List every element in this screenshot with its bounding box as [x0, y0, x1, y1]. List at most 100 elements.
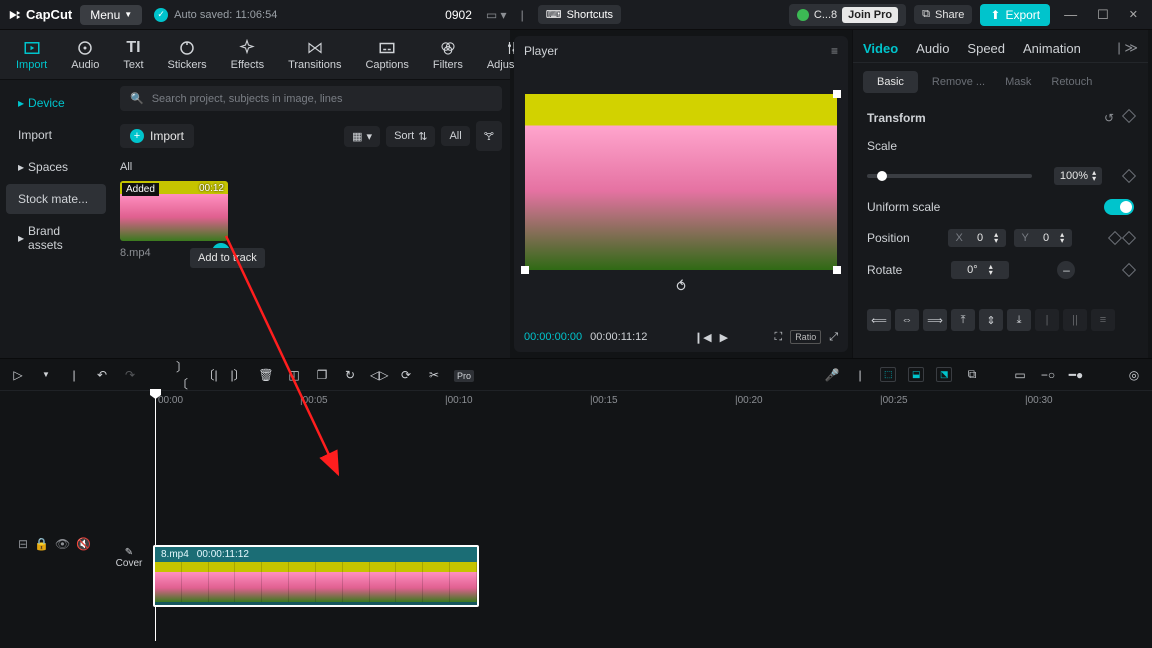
sidenav-device[interactable]: ▸Device — [6, 88, 106, 118]
align-center-v-icon[interactable]: ⇕ — [979, 309, 1003, 331]
scale-keyframe-icon[interactable] — [1122, 169, 1136, 183]
ratio-button[interactable]: Ratio — [790, 330, 821, 344]
split-right-icon[interactable]: |〕 — [230, 366, 246, 383]
track-visible-icon[interactable]: 👁 — [55, 537, 70, 551]
share-button[interactable]: ⧉Share — [914, 5, 972, 24]
track-mute-icon[interactable]: 🔇 — [76, 537, 91, 551]
track-lock-icon[interactable]: 🔒 — [34, 537, 49, 551]
sidenav-import[interactable]: Import — [6, 120, 106, 150]
maximize-button[interactable]: ☐ — [1091, 7, 1115, 23]
split-icon[interactable]: 〕〔 — [174, 358, 190, 392]
sidenav-spaces[interactable]: ▸Spaces — [6, 152, 106, 182]
prev-frame-button[interactable]: ❙◀ — [694, 331, 712, 344]
handle-bl[interactable] — [521, 266, 529, 274]
align-center-h-icon[interactable]: ⇔ — [895, 309, 919, 331]
view-grid-toggle[interactable]: ▦▾ — [344, 126, 380, 147]
sidenav-brand[interactable]: ▸Brand assets — [6, 216, 106, 260]
position-keyframe2-icon[interactable] — [1122, 231, 1136, 245]
position-keyframe-icon[interactable] — [1108, 231, 1122, 245]
search-input[interactable]: 🔍 Search project, subjects in image, lin… — [120, 86, 502, 111]
mic-icon[interactable]: 🎤 — [824, 368, 840, 382]
copy-icon[interactable]: ❐ — [314, 368, 330, 382]
inspector-tab-video[interactable]: Video — [863, 41, 898, 56]
safezone-icon[interactable]: ⛶ — [774, 331, 782, 344]
tab-audio[interactable]: Audio — [63, 35, 107, 75]
filter-icon-button[interactable]: 🝖 — [476, 121, 502, 151]
fullscreen-icon[interactable]: ⤢ — [829, 331, 838, 344]
play-button[interactable]: ▶ — [720, 331, 728, 344]
timeline-clip[interactable]: 8.mp4 00:00:11:12 — [153, 545, 479, 607]
zoom-fit-icon[interactable]: ◎ — [1126, 368, 1142, 382]
subtab-remove[interactable]: Remove ... — [926, 71, 991, 93]
link-icon[interactable]: ⧉ — [964, 367, 980, 382]
subtab-mask[interactable]: Mask — [999, 71, 1037, 93]
magnet-link-icon[interactable]: ⬔ — [936, 367, 952, 382]
subtab-retouch[interactable]: Retouch — [1045, 71, 1098, 93]
media-clip[interactable]: Added 00:12 + 8.mp4 — [120, 181, 228, 259]
delete-icon[interactable]: 🗑 — [258, 368, 274, 382]
scale-slider[interactable] — [867, 174, 1032, 178]
menu-button[interactable]: Menu ▼ — [80, 5, 142, 25]
sidenav-stock[interactable]: Stock mate... — [6, 184, 106, 214]
crop-icon[interactable]: ✂ — [426, 368, 442, 382]
player-menu-icon[interactable]: ≡ — [831, 44, 838, 58]
distribute-3-icon[interactable]: ≡ — [1091, 309, 1115, 331]
rotate-dash[interactable]: – — [1057, 261, 1075, 279]
tab-effects[interactable]: Effects — [223, 35, 272, 75]
join-pro-button[interactable]: Join Pro — [842, 7, 898, 23]
shortcuts-button[interactable]: ⌨Shortcuts — [538, 5, 621, 24]
rotate-keyframe-icon[interactable] — [1122, 263, 1136, 277]
uniform-scale-toggle[interactable] — [1104, 199, 1134, 215]
undo-icon[interactable]: ↶ — [94, 368, 110, 382]
close-button[interactable]: ✕ — [1123, 8, 1144, 21]
reset-icon[interactable]: ↺ — [1104, 111, 1114, 125]
tab-stickers[interactable]: Stickers — [160, 35, 215, 75]
align-right-icon[interactable]: ⟹ — [923, 309, 947, 331]
tab-import[interactable]: Import — [8, 35, 55, 75]
position-x-input[interactable]: X 0 ▴▾ — [948, 229, 1006, 247]
rotate-icon[interactable]: ⟳ — [398, 368, 414, 382]
tab-filters[interactable]: Filters — [425, 35, 471, 75]
inspector-tab-audio[interactable]: Audio — [916, 41, 949, 56]
export-button[interactable]: ⬆Export — [980, 4, 1050, 26]
align-top-icon[interactable]: ⤒ — [951, 309, 975, 331]
rotate-input[interactable]: 0° ▴▾ — [951, 261, 1009, 279]
distribute-h-icon[interactable]: | — [1035, 309, 1059, 331]
magnet-adjust-icon[interactable]: ⬓ — [908, 367, 924, 382]
position-y-input[interactable]: Y 0 ▴▾ — [1014, 229, 1072, 247]
rotate-handle-icon[interactable]: ⥀ — [676, 278, 686, 295]
scale-value[interactable]: 100%▴▾ — [1054, 167, 1102, 185]
mirror-icon[interactable]: ◁▷ — [370, 368, 386, 382]
zoom-out-icon[interactable]: −○ — [1040, 368, 1056, 382]
magnet-main-icon[interactable]: ⬚ — [880, 367, 896, 382]
handle-br[interactable] — [833, 266, 841, 274]
redo-icon[interactable]: ↷ — [122, 368, 138, 382]
project-name[interactable]: 0902 — [445, 8, 472, 22]
preview-icon[interactable]: ▭ — [1012, 368, 1028, 382]
pointer-tool-icon[interactable]: ▷ — [10, 368, 26, 382]
add-to-track-button[interactable]: + — [212, 243, 230, 261]
track-collapse-icon[interactable]: ⊟ — [18, 537, 28, 551]
pro-icon[interactable]: Pro — [454, 368, 470, 382]
player-viewport[interactable] — [525, 94, 837, 270]
zoom-slider[interactable]: ━● — [1068, 368, 1084, 382]
subtab-basic[interactable]: Basic — [863, 71, 918, 93]
razor-icon[interactable]: ◫ — [286, 368, 302, 382]
timeline-ruler[interactable]: 00:00 |00:05 |00:10 |00:15 |00:20 |00:25… — [150, 391, 1152, 413]
import-button[interactable]: + Import — [120, 124, 194, 148]
keyframe-icon[interactable] — [1122, 109, 1136, 123]
inspector-tab-animation[interactable]: Animation — [1023, 41, 1081, 56]
handle-tr[interactable] — [833, 90, 841, 98]
inspector-more-icon[interactable]: | ≫ — [1117, 40, 1138, 56]
reverse-icon[interactable]: ↻ — [342, 368, 358, 382]
tab-text[interactable]: TIText — [115, 35, 151, 75]
inspector-tab-speed[interactable]: Speed — [967, 41, 1005, 56]
tab-captions[interactable]: Captions — [357, 35, 416, 75]
aspect-icon[interactable]: ▭ ▾ — [486, 8, 507, 22]
minimize-button[interactable]: — — [1058, 7, 1083, 22]
cover-button[interactable]: ✎ Cover — [114, 547, 144, 569]
align-bottom-icon[interactable]: ⤓ — [1007, 309, 1031, 331]
filter-all[interactable]: All — [441, 126, 469, 146]
split-left-icon[interactable]: 〔| — [202, 366, 218, 383]
account-pill[interactable]: C...8 Join Pro — [789, 4, 906, 26]
